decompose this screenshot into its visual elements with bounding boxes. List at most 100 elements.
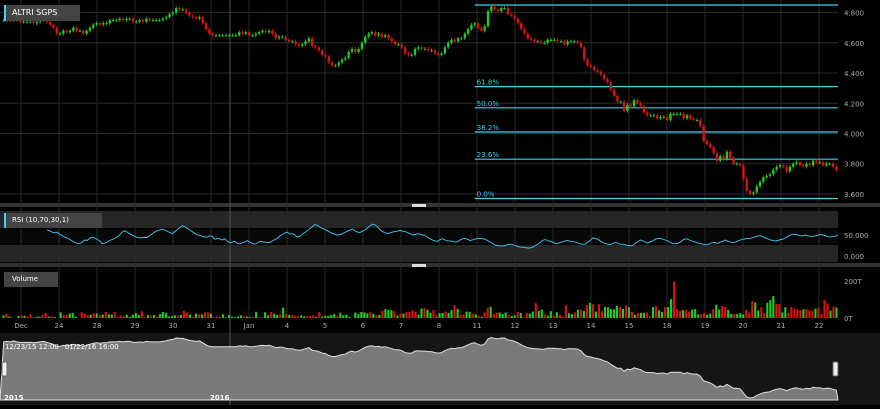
volume-bar <box>357 314 360 318</box>
price-candle <box>719 156 722 161</box>
volume-bar <box>820 314 823 318</box>
price-candle <box>427 48 430 51</box>
volume-bar <box>116 317 119 318</box>
volume-bar <box>615 305 619 318</box>
volume-bar <box>92 313 95 318</box>
price-candle <box>171 12 175 15</box>
navigator-left-handle[interactable] <box>1 361 8 377</box>
price-candle <box>811 160 815 166</box>
volume-bar <box>218 316 222 318</box>
price-candle <box>224 35 228 37</box>
volume-bar <box>86 315 89 318</box>
volume-bar <box>835 307 838 318</box>
price-candle <box>579 42 583 48</box>
volume-bar <box>158 314 161 318</box>
volume-bar <box>769 300 772 318</box>
price-pane-resize-handle[interactable] <box>412 204 426 207</box>
price-candle <box>135 21 138 23</box>
price-candle <box>473 23 476 25</box>
volume-bar <box>826 303 829 318</box>
volume-bar <box>793 308 796 318</box>
volume-bar <box>363 312 366 318</box>
price-candle <box>29 21 32 23</box>
volume-bar <box>645 312 649 318</box>
price-candle <box>476 23 480 28</box>
price-candle <box>762 177 765 182</box>
price-candle <box>566 41 569 45</box>
price-candle <box>486 11 490 27</box>
navigator-right-handle[interactable] <box>832 361 839 377</box>
volume-bar <box>243 316 246 318</box>
price-tick-label: 3.800 <box>844 161 864 169</box>
price-candle <box>334 65 337 67</box>
volume-bar <box>552 315 555 318</box>
volume-bar <box>555 312 558 318</box>
volume-bar <box>444 311 447 318</box>
price-candle <box>35 21 38 24</box>
price-candle <box>583 47 586 60</box>
price-candle <box>755 186 758 193</box>
price-candle <box>105 23 108 25</box>
price-candle <box>752 192 755 194</box>
volume-bar <box>285 313 288 318</box>
volume-bar <box>670 299 673 318</box>
volume-bar <box>787 312 790 318</box>
volume-bar <box>197 314 201 318</box>
price-candle <box>748 190 752 194</box>
fibonacci-level-label: 61.8% <box>477 79 500 87</box>
price-candle <box>297 44 301 46</box>
price-candle <box>62 30 65 34</box>
volume-bar <box>474 314 477 318</box>
volume-bar <box>525 313 528 318</box>
volume-bar <box>194 313 198 318</box>
volume-bar <box>633 314 637 318</box>
price-candle <box>208 29 211 34</box>
price-candle <box>32 21 35 24</box>
volume-bar <box>543 314 546 318</box>
volume-bar <box>784 306 787 318</box>
volume-bar <box>661 311 664 318</box>
volume-bar <box>579 309 582 318</box>
price-candle <box>158 20 161 22</box>
price-candle <box>337 62 340 66</box>
price-candle <box>646 112 649 116</box>
volume-bar <box>62 315 65 318</box>
price-candle <box>413 48 417 55</box>
price-candle <box>204 23 208 30</box>
volume-bar <box>336 315 339 318</box>
price-candle <box>387 35 390 39</box>
price-candle <box>178 8 181 10</box>
volume-bar <box>38 316 41 318</box>
price-candle <box>699 119 702 126</box>
volume-bar <box>107 314 110 318</box>
volume-bar <box>730 313 733 318</box>
price-candle <box>619 101 622 103</box>
volume-bar <box>591 304 594 318</box>
volume-bar <box>230 316 234 318</box>
volume-bar <box>74 316 77 318</box>
volume-bar <box>258 317 261 318</box>
price-candle <box>194 17 198 19</box>
price-candle <box>108 20 111 24</box>
volume-bar <box>209 313 213 318</box>
volume-bar <box>279 314 282 318</box>
price-candle <box>188 12 191 16</box>
volume-bar <box>345 314 348 318</box>
volume-bar <box>348 316 351 318</box>
time-tick-label: 5 <box>323 322 327 330</box>
volume-bar <box>642 312 646 318</box>
price-candle <box>98 23 102 25</box>
volume-bar <box>420 308 423 318</box>
volume-bar <box>104 311 107 318</box>
price-candle <box>111 20 115 22</box>
rsi-pane-resize-handle[interactable] <box>412 264 426 267</box>
price-candle <box>742 165 745 179</box>
volume-bar <box>405 312 408 318</box>
price-candle <box>792 163 795 167</box>
volume-bar <box>227 315 231 318</box>
volume-bar <box>712 308 715 318</box>
price-candle <box>510 14 513 16</box>
volume-bar <box>143 317 146 318</box>
volume-bar <box>309 315 312 318</box>
time-tick-label: 12 <box>511 322 520 330</box>
